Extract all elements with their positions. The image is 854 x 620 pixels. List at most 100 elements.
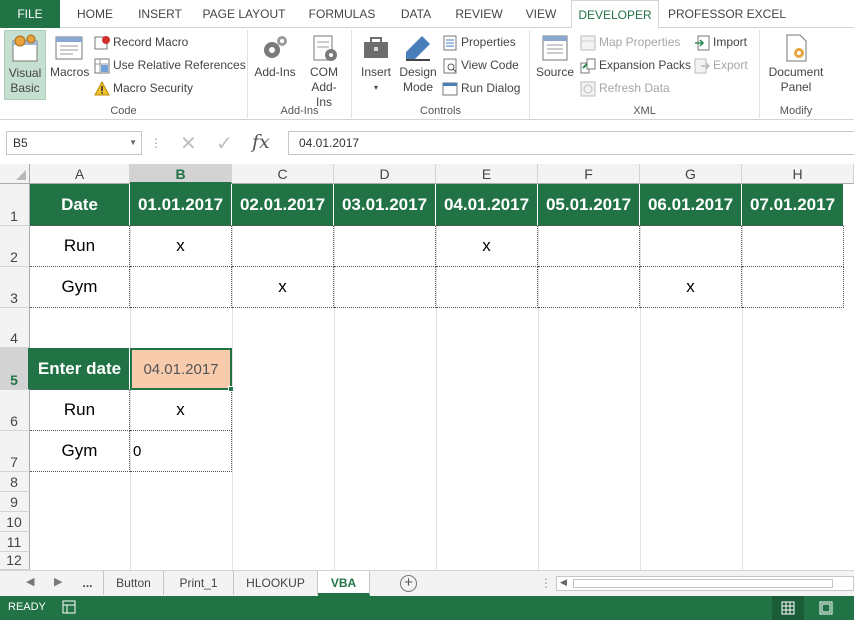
select-all-button[interactable]	[0, 164, 30, 184]
relative-references-button[interactable]: Use Relative References	[94, 55, 246, 75]
table-cell[interactable]	[538, 226, 640, 267]
split-handle-icon[interactable]: ⋮	[540, 576, 552, 590]
gym-result[interactable]: 0	[130, 431, 232, 472]
row-header-1[interactable]: 1	[0, 184, 30, 226]
table-header-cell[interactable]: 03.01.2017	[334, 184, 436, 226]
properties-button[interactable]: Properties	[442, 32, 516, 52]
export-button[interactable]: Export	[694, 55, 748, 75]
macro-recording-icon[interactable]	[62, 600, 76, 614]
row-header-4[interactable]: 4	[0, 308, 30, 348]
normal-view-button[interactable]	[772, 596, 804, 620]
run-result[interactable]: x	[130, 390, 232, 431]
macro-security-button[interactable]: Macro Security	[94, 78, 193, 98]
scroll-left-icon[interactable]: ◀	[560, 577, 567, 588]
import-button[interactable]: Import	[694, 32, 747, 52]
table-header-cell[interactable]: 02.01.2017	[232, 184, 334, 226]
page-layout-view-button[interactable]	[810, 596, 842, 620]
table-header-cell[interactable]: 01.01.2017	[130, 184, 232, 226]
row-header-9[interactable]: 9	[0, 492, 30, 512]
tab-page-layout[interactable]: PAGE LAYOUT	[196, 0, 292, 28]
row-header-11[interactable]: 11	[0, 532, 30, 552]
sheet-tab-button[interactable]: Button	[104, 571, 164, 595]
row-header-3[interactable]: 3	[0, 267, 30, 308]
name-box[interactable]: B5 ▼	[6, 131, 142, 155]
refresh-data-button[interactable]: Refresh Data	[580, 78, 670, 98]
column-header-a[interactable]: A	[30, 164, 130, 184]
tab-formulas[interactable]: FORMULAS	[300, 0, 384, 28]
table-cell[interactable]	[640, 226, 742, 267]
row-header-5[interactable]: 5	[0, 348, 30, 390]
table-cell[interactable]: x	[130, 226, 232, 267]
column-header-c[interactable]: C	[232, 164, 334, 184]
enter-date-label[interactable]: Enter date	[30, 348, 130, 390]
table-cell[interactable]: x	[640, 267, 742, 308]
run-label[interactable]: Run	[30, 390, 130, 431]
macros-button[interactable]: Macros	[50, 30, 89, 100]
row-header-12[interactable]: 12	[0, 552, 30, 570]
formula-input[interactable]: 04.01.2017	[288, 131, 854, 155]
view-code-button[interactable]: View Code	[442, 55, 519, 75]
tab-file[interactable]: FILE	[0, 0, 60, 28]
table-cell[interactable]	[232, 226, 334, 267]
tab-view[interactable]: VIEW	[516, 0, 566, 28]
expansion-packs-button[interactable]: Expansion Packs	[580, 55, 691, 75]
table-header-cell[interactable]: 07.01.2017	[742, 184, 844, 226]
table-cell[interactable]	[334, 226, 436, 267]
map-properties-button[interactable]: Map Properties	[580, 32, 680, 52]
row-header-8[interactable]: 8	[0, 472, 30, 492]
tab-professor-excel[interactable]: PROFESSOR EXCEL	[664, 0, 790, 28]
xml-source-button[interactable]: Source	[534, 30, 576, 80]
sheet-tab-more[interactable]: ...	[72, 571, 104, 595]
column-header-f[interactable]: F	[538, 164, 640, 184]
table-header-cell[interactable]: 06.01.2017	[640, 184, 742, 226]
enter-icon[interactable]: ✓	[216, 131, 233, 156]
row-header-6[interactable]: 6	[0, 390, 30, 431]
table-cell[interactable]	[742, 226, 844, 267]
column-header-h[interactable]: H	[742, 164, 854, 184]
tab-developer[interactable]: DEVELOPER	[571, 0, 659, 29]
insert-function-icon[interactable]: fx	[252, 131, 270, 153]
tab-home[interactable]: HOME	[66, 0, 124, 28]
table-header-cell[interactable]: 04.01.2017	[436, 184, 538, 226]
add-sheet-icon[interactable]: +	[400, 575, 417, 592]
tab-data[interactable]: DATA	[390, 0, 442, 28]
table-cell[interactable]: Run	[30, 226, 130, 267]
row-header-7[interactable]: 7	[0, 431, 30, 472]
table-cell[interactable]	[334, 267, 436, 308]
chevron-down-icon[interactable]: ▼	[129, 132, 137, 154]
table-cell[interactable]: Gym	[30, 267, 130, 308]
table-cell[interactable]	[130, 267, 232, 308]
column-header-b[interactable]: B	[130, 164, 232, 184]
column-header-g[interactable]: G	[640, 164, 742, 184]
table-cell[interactable]: x	[232, 267, 334, 308]
document-panel-button[interactable]: Document Panel	[764, 30, 828, 95]
table-header-cell[interactable]: Date	[30, 184, 130, 226]
visual-basic-button[interactable]: Visual Basic	[4, 30, 46, 100]
row-header-2[interactable]: 2	[0, 226, 30, 267]
enter-date-input[interactable]: 04.01.2017	[130, 348, 232, 390]
table-header-cell[interactable]: 05.01.2017	[538, 184, 640, 226]
column-header-d[interactable]: D	[334, 164, 436, 184]
horizontal-scrollbar[interactable]: ◀	[556, 576, 854, 591]
table-cell[interactable]	[742, 267, 844, 308]
sheet-tab-vba[interactable]: VBA	[318, 571, 370, 596]
cancel-icon[interactable]: ✕	[180, 131, 197, 156]
next-sheet-icon[interactable]: ▶	[54, 575, 62, 588]
sheet-tab-hlookup[interactable]: HLOOKUP	[234, 571, 318, 595]
previous-sheet-icon[interactable]: ◀	[26, 575, 34, 588]
addins-button[interactable]: Add-Ins	[252, 30, 298, 80]
table-cell[interactable]	[538, 267, 640, 308]
record-macro-button[interactable]: Record Macro	[94, 32, 188, 52]
insert-control-button[interactable]: Insert ▾	[356, 30, 396, 95]
gym-label[interactable]: Gym	[30, 431, 130, 472]
column-header-e[interactable]: E	[436, 164, 538, 184]
table-cell[interactable]	[436, 267, 538, 308]
run-dialog-button[interactable]: Run Dialog	[442, 78, 520, 98]
design-mode-button[interactable]: Design Mode	[398, 30, 438, 95]
tab-insert[interactable]: INSERT	[128, 0, 192, 28]
row-header-10[interactable]: 10	[0, 512, 30, 532]
table-cell[interactable]: x	[436, 226, 538, 267]
scroll-thumb[interactable]	[573, 579, 833, 588]
tab-review[interactable]: REVIEW	[448, 0, 510, 28]
sheet-tab-print-1[interactable]: Print_1	[164, 571, 234, 595]
